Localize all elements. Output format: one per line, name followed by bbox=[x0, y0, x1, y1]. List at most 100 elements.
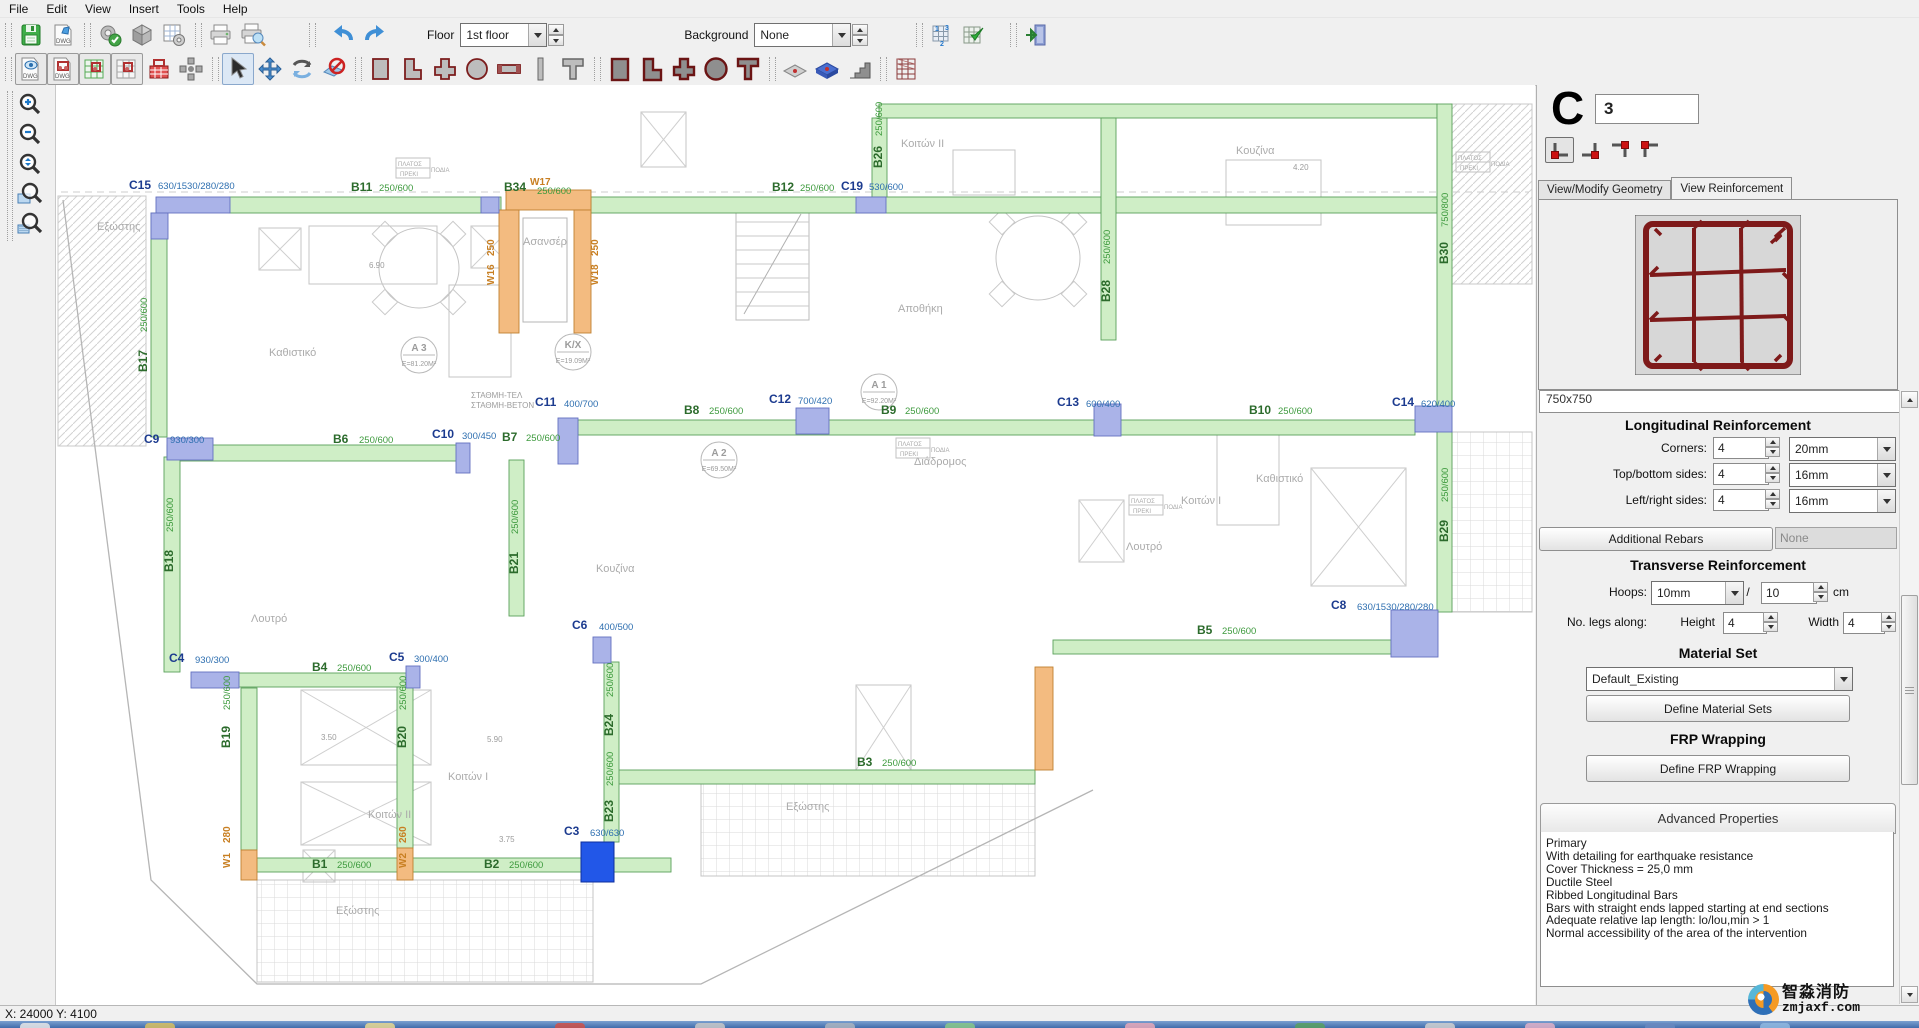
hoops-spacing-input[interactable]: 10 bbox=[1761, 582, 1817, 604]
legs-height-input[interactable]: 4 bbox=[1723, 612, 1767, 634]
column[interactable] bbox=[156, 197, 230, 213]
renumber-grid-button[interactable]: 132 bbox=[926, 19, 958, 51]
dwg-columns-button[interactable]: DWG bbox=[47, 53, 79, 85]
building-3d-button[interactable] bbox=[890, 53, 922, 85]
grid-columns-button-2[interactable] bbox=[111, 53, 143, 85]
advanced-properties-button[interactable]: Advanced Properties bbox=[1540, 803, 1896, 834]
redo-button[interactable] bbox=[359, 19, 391, 51]
insertion-point-button-3[interactable] bbox=[1605, 137, 1634, 163]
dwg-view-button[interactable]: DWG bbox=[15, 53, 47, 85]
column[interactable] bbox=[456, 443, 470, 473]
material-set-select[interactable]: Default_Existing bbox=[1586, 667, 1853, 691]
delete-tool-button[interactable] bbox=[318, 53, 350, 85]
chevron-down-icon[interactable] bbox=[832, 24, 850, 46]
rebar-count-input[interactable]: 4 bbox=[1713, 489, 1769, 511]
rect-column-filled-button[interactable] bbox=[604, 53, 636, 85]
legs-width-input[interactable]: 4 bbox=[1843, 612, 1885, 634]
rebar-diameter-select[interactable]: 16mm bbox=[1789, 463, 1896, 487]
column[interactable] bbox=[1391, 610, 1438, 657]
member-number-input[interactable]: 3 bbox=[1595, 94, 1699, 124]
scroll-up-icon[interactable] bbox=[1901, 391, 1918, 408]
circle-column-filled-button[interactable] bbox=[700, 53, 732, 85]
zoom-in-button[interactable] bbox=[13, 91, 47, 119]
chevron-down-icon[interactable] bbox=[1725, 582, 1743, 604]
toolbar-grip[interactable] bbox=[594, 57, 601, 81]
settings-check-button[interactable] bbox=[94, 19, 126, 51]
zoom-extents-button[interactable] bbox=[13, 151, 47, 179]
taskbar-app-icon[interactable] bbox=[1425, 1023, 1455, 1028]
toolbar-grip[interactable] bbox=[212, 57, 219, 81]
insertion-point-button-1[interactable] bbox=[1545, 137, 1574, 163]
toolbar-grip[interactable] bbox=[84, 23, 91, 47]
chevron-down-icon[interactable] bbox=[528, 24, 546, 46]
t-column-button[interactable] bbox=[429, 53, 461, 85]
export-dwg-button[interactable]: DWG bbox=[47, 19, 79, 51]
column-group-button[interactable] bbox=[175, 53, 207, 85]
toolbar-grip[interactable] bbox=[880, 57, 887, 81]
toolbar-grip[interactable] bbox=[1010, 23, 1017, 47]
column[interactable] bbox=[796, 408, 829, 434]
rebar-count-stepper[interactable] bbox=[1765, 489, 1780, 509]
shear-wall[interactable] bbox=[499, 210, 519, 333]
taskbar-app-icon[interactable] bbox=[145, 1023, 175, 1028]
define-frp-wrapping-button[interactable]: Define FRP Wrapping bbox=[1586, 755, 1850, 782]
save-button[interactable] bbox=[15, 19, 47, 51]
section-size-list[interactable]: 750x750 bbox=[1539, 390, 1903, 413]
panel-scrollbar[interactable] bbox=[1899, 390, 1919, 1004]
t-top-filled-button[interactable] bbox=[732, 53, 764, 85]
l-column-button[interactable] bbox=[397, 53, 429, 85]
rebar-diameter-select[interactable]: 20mm bbox=[1789, 437, 1896, 461]
scrollbar-thumb[interactable] bbox=[1901, 595, 1918, 785]
column[interactable] bbox=[481, 197, 499, 213]
menu-insert[interactable]: Insert bbox=[120, 1, 168, 17]
zoom-previous-button[interactable] bbox=[13, 211, 47, 239]
tee-top-button[interactable] bbox=[557, 53, 589, 85]
chevron-down-icon[interactable] bbox=[1834, 668, 1852, 690]
hoops-diameter-select[interactable]: 10mm bbox=[1651, 581, 1744, 605]
toolbar-grip[interactable] bbox=[916, 23, 923, 47]
exit-button[interactable] bbox=[1020, 19, 1052, 51]
beam[interactable] bbox=[591, 197, 1437, 213]
column[interactable] bbox=[151, 213, 168, 239]
floor-select[interactable]: 1st floor bbox=[460, 23, 547, 47]
taskbar-app-icon[interactable] bbox=[945, 1023, 975, 1028]
beam[interactable] bbox=[1101, 118, 1116, 340]
shear-wall[interactable] bbox=[574, 210, 591, 333]
wall-section-button[interactable] bbox=[493, 53, 525, 85]
rebar-count-stepper[interactable] bbox=[1765, 437, 1780, 457]
beam[interactable] bbox=[613, 858, 671, 872]
column[interactable] bbox=[593, 637, 611, 663]
toolbar-grip[interactable] bbox=[5, 23, 12, 47]
toolbar-grip[interactable] bbox=[5, 57, 12, 81]
toolbar-grip[interactable] bbox=[195, 23, 202, 47]
grid-columns-button[interactable] bbox=[79, 53, 111, 85]
background-stepper[interactable] bbox=[852, 24, 868, 46]
toolbar-grip[interactable] bbox=[355, 57, 362, 81]
shear-wall[interactable] bbox=[1035, 667, 1053, 770]
shear-wall[interactable] bbox=[241, 850, 257, 880]
menu-tools[interactable]: Tools bbox=[168, 1, 214, 17]
windows-taskbar[interactable] bbox=[0, 1021, 1919, 1028]
bar-section-button[interactable] bbox=[525, 53, 557, 85]
menu-file[interactable]: File bbox=[0, 1, 37, 17]
taskbar-app-icon[interactable] bbox=[825, 1023, 855, 1028]
legs-height-stepper[interactable] bbox=[1763, 612, 1778, 632]
taskbar-app-icon[interactable] bbox=[1295, 1023, 1325, 1028]
beam[interactable] bbox=[238, 673, 406, 687]
move-tool-button[interactable] bbox=[254, 53, 286, 85]
stairs-button[interactable] bbox=[843, 53, 875, 85]
taskbar-app-icon[interactable] bbox=[20, 1023, 50, 1028]
taskbar-app-icon[interactable] bbox=[695, 1023, 725, 1028]
rebar-count-stepper[interactable] bbox=[1765, 463, 1780, 483]
column[interactable] bbox=[558, 418, 578, 464]
menu-view[interactable]: View bbox=[76, 1, 120, 17]
slab-blue-button[interactable] bbox=[811, 53, 843, 85]
insertion-point-button-4[interactable] bbox=[1635, 137, 1664, 163]
rebar-count-input[interactable]: 4 bbox=[1713, 437, 1769, 459]
rebar-count-input[interactable]: 4 bbox=[1713, 463, 1769, 485]
beam[interactable] bbox=[1053, 640, 1391, 654]
insertion-point-button-2[interactable] bbox=[1575, 137, 1604, 163]
selected-column-C3[interactable] bbox=[581, 842, 614, 882]
menu-edit[interactable]: Edit bbox=[37, 1, 76, 17]
rect-column-button[interactable] bbox=[365, 53, 397, 85]
